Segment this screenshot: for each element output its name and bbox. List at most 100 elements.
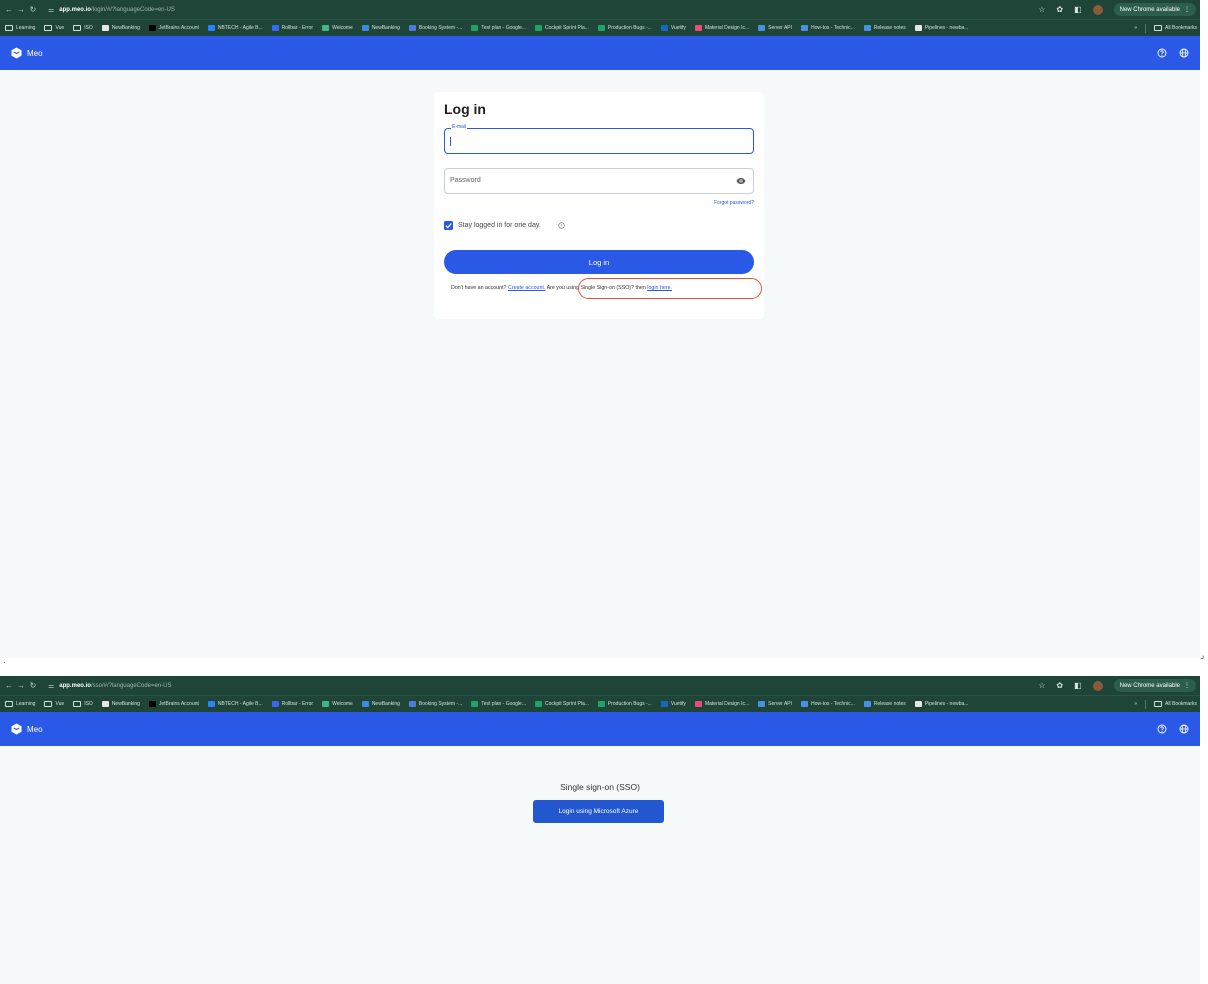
extensions-icon[interactable]: ✿ <box>1056 5 1063 14</box>
login-button[interactable]: Log in <box>444 250 754 274</box>
bookmark-item[interactable]: Booking System -... <box>408 701 462 707</box>
bookmark-item[interactable]: Material Design Ic... <box>694 701 749 707</box>
github-icon <box>914 701 922 707</box>
show-password-eye-icon[interactable] <box>736 177 746 185</box>
bookmark-label: Welcome <box>332 25 353 31</box>
reload-icon[interactable]: ↻ <box>27 681 39 690</box>
bookmark-item[interactable]: Welcome <box>322 701 353 707</box>
corner-mark: ⌟ <box>1200 650 1205 660</box>
password-field[interactable]: Password <box>444 168 754 194</box>
bookmark-label: Rollbar - Error <box>281 25 314 31</box>
language-globe-icon[interactable] <box>1179 724 1189 734</box>
github-icon <box>101 701 109 707</box>
bookmarks-right: » All Bookmarks <box>1134 23 1197 33</box>
meo-logo-icon[interactable] <box>11 47 22 59</box>
bookmark-item[interactable]: JetBrains Account <box>148 701 199 707</box>
bookmark-item[interactable]: Material Design Ic... <box>694 25 749 31</box>
profile-avatar[interactable] <box>1092 680 1103 691</box>
all-bookmarks-label: All Bookmarks <box>1165 701 1197 707</box>
bookmark-item[interactable]: NewBanking <box>101 25 140 31</box>
bookmark-item[interactable]: ISO <box>73 701 93 707</box>
more-bookmarks-button[interactable]: » <box>1134 25 1137 31</box>
folder-icon <box>73 25 82 31</box>
bookmark-item[interactable]: NBTECH - Agile B... <box>207 701 263 707</box>
star-icon[interactable]: ☆ <box>1038 681 1045 690</box>
sheets-icon <box>535 701 542 707</box>
stay-logged-in-checkbox[interactable] <box>444 221 453 230</box>
bookmark-item[interactable]: Cockpit Sprint Pla... <box>535 25 589 31</box>
bookmark-item[interactable]: NewBanking <box>101 701 140 707</box>
bookmark-item[interactable]: Vue <box>44 25 64 31</box>
bookmark-item[interactable]: Test plan - Google... <box>471 701 526 707</box>
bookmark-item[interactable]: Rollbar - Error <box>271 701 313 707</box>
email-field[interactable]: E-mail <box>444 124 754 154</box>
forward-icon[interactable]: → <box>15 681 27 690</box>
all-bookmarks-button[interactable]: All Bookmarks <box>1154 25 1197 31</box>
microsoft-azure-login-button[interactable]: Login using Microsoft Azure <box>533 800 664 823</box>
browser-toolbar: ← → ↻ ⚌ app.meo.io/login/#/?languageCode… <box>0 0 1200 19</box>
reload-icon[interactable]: ↻ <box>27 5 39 14</box>
help-icon[interactable] <box>1157 48 1167 58</box>
bookmark-item[interactable]: NewBanking <box>361 25 400 31</box>
side-panel-icon[interactable]: ◧ <box>1074 681 1082 690</box>
info-icon[interactable] <box>558 222 565 229</box>
bookmark-item[interactable]: How-tos - Technic... <box>801 701 855 707</box>
update-chrome-button[interactable]: New Chrome available ⋮ <box>1113 679 1196 692</box>
profile-avatar[interactable] <box>1092 4 1103 15</box>
site-settings-icon[interactable]: ⚌ <box>48 682 54 690</box>
annotation-highlight-ellipse <box>578 278 762 299</box>
all-bookmarks-button[interactable]: All Bookmarks <box>1154 701 1197 707</box>
extensions-icon[interactable]: ✿ <box>1056 681 1063 690</box>
update-chrome-button[interactable]: New Chrome available ⋮ <box>1113 3 1196 16</box>
bookmark-item[interactable]: Welcome <box>322 25 353 31</box>
back-icon[interactable]: ← <box>3 681 15 690</box>
bookmark-item[interactable]: Release notes <box>863 25 906 31</box>
bookmark-item[interactable]: Learning <box>5 701 35 707</box>
bookmark-item[interactable]: Vuetify <box>660 701 686 707</box>
bookmark-item[interactable]: Vue <box>44 701 64 707</box>
forgot-password-link[interactable]: Forgot password? <box>714 200 754 206</box>
bookmark-item[interactable]: NBTECH - Agile B... <box>207 25 263 31</box>
screenshot-separator <box>0 658 1208 676</box>
help-icon[interactable] <box>1157 724 1167 734</box>
bookmark-item[interactable]: Vuetify <box>660 25 686 31</box>
bookmark-item[interactable]: Production Bugs -... <box>597 701 652 707</box>
bookmark-item[interactable]: Cockpit Sprint Pla... <box>535 701 589 707</box>
app-header: Meo <box>0 36 1200 70</box>
bookmark-item[interactable]: Server API <box>758 25 792 31</box>
jetbrains-icon <box>148 701 156 707</box>
booking-icon <box>408 25 416 31</box>
bookmark-label: Booking System -... <box>418 25 463 31</box>
more-menu-icon: ⋮ <box>1184 7 1190 13</box>
github-icon <box>101 25 109 31</box>
bookmark-item[interactable]: Test plan - Google... <box>471 25 526 31</box>
sso-screenshot: ← → ↻ ⚌ app.meo.io/sso/#/?languageCode=e… <box>0 676 1200 984</box>
bookmark-item[interactable]: Pipelines - newba... <box>914 25 968 31</box>
jira-icon <box>207 25 215 31</box>
meo-logo-icon[interactable] <box>11 723 22 735</box>
side-panel-icon[interactable]: ◧ <box>1074 5 1082 14</box>
bookmark-item[interactable]: How-tos - Technic... <box>801 25 855 31</box>
back-icon[interactable]: ← <box>3 5 15 14</box>
bookmark-item[interactable]: Server API <box>758 701 792 707</box>
bookmark-item[interactable]: JetBrains Account <box>148 25 199 31</box>
star-icon[interactable]: ☆ <box>1038 5 1045 14</box>
site-settings-icon[interactable]: ⚌ <box>48 6 54 14</box>
jetbrains-icon <box>148 25 156 31</box>
bookmark-item[interactable]: Pipelines - newba... <box>914 701 968 707</box>
bookmark-item[interactable]: ISO <box>73 25 93 31</box>
address-bar[interactable]: app.meo.io/sso/#/?languageCode=en-US <box>59 683 171 689</box>
forward-icon[interactable]: → <box>15 5 27 14</box>
more-bookmarks-button[interactable]: » <box>1134 701 1137 707</box>
bookmark-item[interactable]: Learning <box>5 25 35 31</box>
bookmark-item[interactable]: Booking System -... <box>408 25 463 31</box>
bookmark-label: Release notes <box>873 25 906 31</box>
bookmark-item[interactable]: Release notes <box>863 701 906 707</box>
create-account-link[interactable]: Create account. <box>508 285 545 291</box>
link-icon <box>801 701 809 707</box>
address-bar[interactable]: app.meo.io/login/#/?languageCode=en-US <box>59 7 175 13</box>
bookmark-item[interactable]: Production Bugs -... <box>597 25 652 31</box>
bookmark-item[interactable]: NewBanking <box>361 701 400 707</box>
language-globe-icon[interactable] <box>1179 48 1189 58</box>
bookmark-item[interactable]: Rollbar - Error <box>271 25 314 31</box>
